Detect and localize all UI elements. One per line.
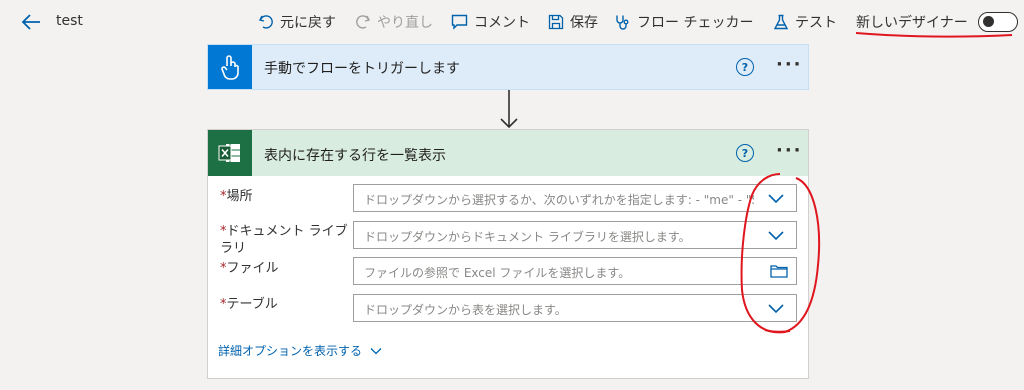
comment-label: コメント (474, 15, 530, 31)
show-advanced-options-link[interactable]: 詳細オプションを表示する (218, 342, 382, 359)
file-label-text: ファイル (226, 261, 279, 276)
test-label: テスト (795, 15, 837, 31)
document-library-label: *ドキュメント ライブラリ (220, 223, 355, 257)
chevron-down-icon[interactable] (768, 229, 784, 241)
table-label-text: テーブル (226, 297, 278, 312)
table-dropdown[interactable]: ドロップダウンから表を選択します。 (353, 294, 797, 322)
save-button[interactable]: 保存 (548, 0, 598, 44)
trigger-title: 手動でフローをトリガーします (264, 61, 460, 77)
folder-icon[interactable] (770, 264, 788, 278)
document-library-placeholder: ドロップダウンからドキュメント ライブラリを選択します。 (364, 230, 691, 244)
action-title: 表内に存在する行を一覧表示 (264, 148, 446, 164)
advanced-options-label: 詳細オプションを表示する (218, 344, 363, 358)
chevron-down-icon (370, 347, 382, 354)
location-placeholder: ドロップダウンから選択するか、次のいずれかを指定します: - "me" - "S (364, 193, 754, 207)
file-placeholder: ファイルの参照で Excel ファイルを選択します。 (364, 266, 631, 280)
undo-button[interactable]: 元に戻す (258, 0, 336, 44)
trigger-card[interactable]: 手動でフローをトリガーします ? ··· (207, 44, 809, 90)
trigger-icon-box (208, 45, 252, 89)
new-designer-label-wrap: 新しいデザイナー (856, 0, 968, 44)
comment-button[interactable]: コメント (451, 0, 530, 44)
redo-label: やり直し (377, 15, 433, 31)
excel-icon (218, 144, 240, 162)
document-library-dropdown[interactable]: ドロップダウンからドキュメント ライブラリを選択します。 (353, 221, 797, 249)
command-bar: test 元に戻す やり直し コメント 保存 フロー チェッカー テスト 新しい… (0, 0, 1024, 44)
flow-checker-button[interactable]: フロー チェッカー (614, 0, 753, 44)
file-picker[interactable]: ファイルの参照で Excel ファイルを選択します。 (353, 257, 797, 285)
excel-icon-box (208, 130, 252, 176)
undo-label: 元に戻す (280, 15, 336, 31)
flow-title: test (56, 13, 83, 29)
more-options-icon[interactable]: ··· (776, 140, 803, 161)
chevron-down-icon[interactable] (768, 192, 784, 204)
more-options-icon[interactable]: ··· (776, 54, 803, 75)
table-label: *テーブル (220, 296, 355, 313)
document-library-label-text: ドキュメント ライブラリ (220, 224, 348, 256)
help-icon[interactable]: ? (736, 144, 754, 162)
file-label: *ファイル (220, 260, 355, 277)
location-label: *場所 (220, 188, 355, 205)
location-label-text: 場所 (226, 189, 253, 204)
back-arrow-icon[interactable] (20, 11, 42, 33)
save-label: 保存 (570, 15, 598, 31)
table-placeholder: ドロップダウンから表を選択します。 (364, 303, 567, 317)
save-icon (548, 14, 564, 30)
stethoscope-icon (616, 15, 629, 30)
chevron-down-icon[interactable] (768, 302, 784, 314)
comment-icon (451, 14, 468, 30)
new-designer-label: 新しいデザイナー (856, 15, 968, 31)
connector-arrow-icon (500, 90, 518, 129)
help-icon[interactable]: ? (736, 58, 754, 76)
redo-button[interactable]: やり直し (355, 0, 433, 44)
new-designer-toggle[interactable] (978, 12, 1018, 32)
undo-icon (258, 15, 273, 29)
test-button[interactable]: テスト (773, 0, 837, 44)
excel-action-card: 表内に存在する行を一覧表示 ? ··· *場所 ドロップダウンから選択するか、次… (207, 129, 809, 379)
action-header[interactable]: 表内に存在する行を一覧表示 ? ··· (208, 130, 808, 176)
flow-checker-label: フロー チェッカー (637, 15, 754, 31)
touch-hand-icon (221, 55, 239, 80)
toggle-knob (983, 16, 994, 27)
redo-icon (356, 15, 371, 29)
location-dropdown[interactable]: ドロップダウンから選択するか、次のいずれかを指定します: - "me" - "S (353, 184, 797, 212)
flask-icon (773, 14, 789, 30)
